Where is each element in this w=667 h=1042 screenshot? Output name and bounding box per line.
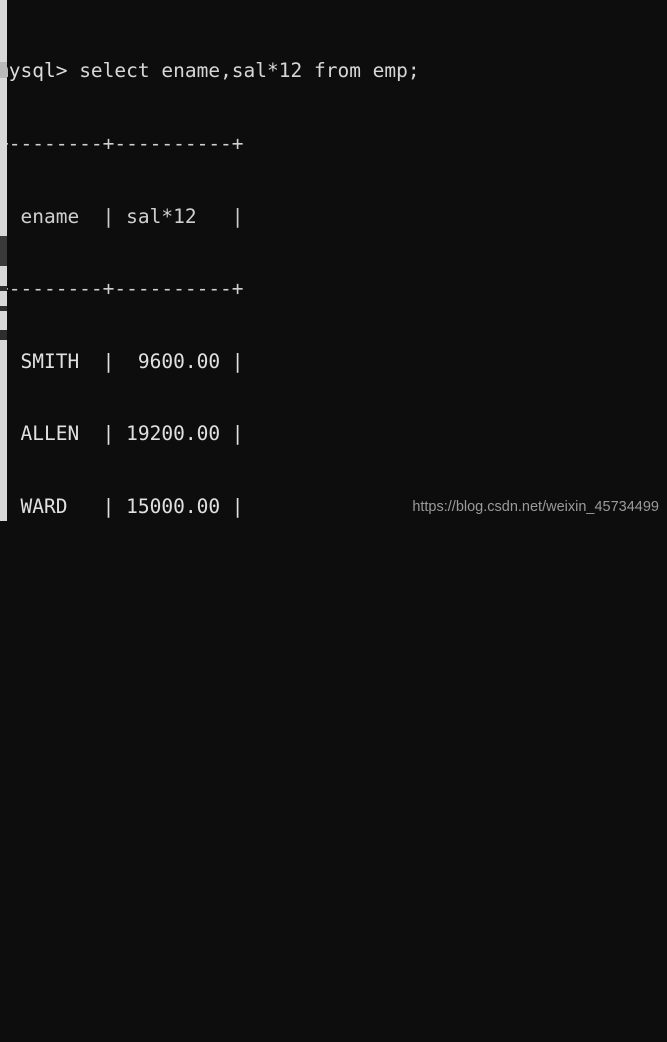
table-row: | CLARK | 29400.00 | [0, 785, 244, 809]
background-window-edge [0, 0, 7, 521]
table-row: | MARTIN | 15000.00 | [0, 640, 244, 664]
table-row: | SMITH | 9600.00 | [0, 349, 244, 373]
table-row: | BLAKE | 34200.00 | [0, 712, 244, 736]
table-row: | JONES | 35700.00 | [0, 567, 244, 591]
table-row: | TURNER | 18000.00 | [0, 1003, 244, 1027]
table-header-separator: +--------+----------+ [0, 277, 244, 301]
terminal-output[interactable]: mysql> select ename,sal*12 from emp; +--… [0, 11, 420, 1027]
watermark-url: https://blog.csdn.net/weixin_45734499 [412, 499, 659, 515]
terminal-window[interactable]: mysql> select ename,sal*12 from emp; +--… [7, 0, 667, 521]
sql-command: select ename,sal*12 from emp; [79, 59, 420, 83]
background-window-artifact [0, 286, 7, 291]
table-top-border: +--------+----------+ [0, 132, 244, 155]
table-row: | KING | 60000.00 | [0, 930, 244, 954]
background-window-artifact [0, 306, 7, 311]
table-row: | SCOTT | 36000.00 | [0, 857, 244, 881]
table-row: | ALLEN | 19200.00 | [0, 422, 244, 446]
background-window-artifact [0, 62, 7, 78]
background-window-artifact [0, 236, 7, 266]
command-line: mysql> select ename,sal*12 from emp; [0, 59, 420, 83]
mysql-prompt: mysql> [0, 59, 80, 83]
table-row: | WARD | 15000.00 | [0, 494, 244, 518]
background-window-artifact [0, 330, 7, 340]
table-header-row: | ename | sal*12 | [0, 204, 244, 228]
